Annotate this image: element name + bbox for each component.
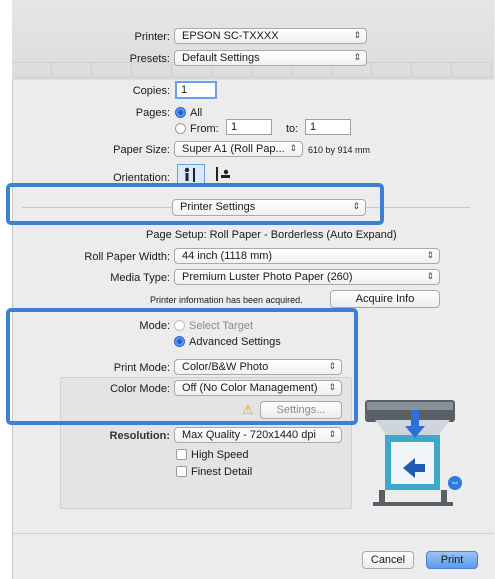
printer-label: Printer: <box>134 31 170 43</box>
pages-to-label: to: <box>286 123 299 135</box>
page-setup-text: Page Setup: Roll Paper - Borderless (Aut… <box>146 229 397 241</box>
mode-settings-highlight <box>6 308 358 425</box>
presets-select[interactable]: Default Settings ⇕ <box>174 50 367 66</box>
pages-label: Pages: <box>135 107 170 119</box>
media-type-select[interactable]: Premium Luster Photo Paper (260) ⇕ <box>174 269 440 285</box>
pages-from-label: From: <box>190 123 219 135</box>
paper-size-label: Paper Size: <box>113 144 170 156</box>
printer-select[interactable]: EPSON SC-TXXXX ⇕ <box>174 28 367 44</box>
printer-value: EPSON SC-TXXXX <box>182 30 279 42</box>
printer-info-text: Printer information has been acquired. <box>150 295 303 305</box>
media-type-value: Premium Luster Photo Paper (260) <box>182 271 353 283</box>
landscape-person-icon <box>216 167 230 181</box>
pages-to-input[interactable]: 1 <box>305 119 351 135</box>
printer-settings-highlight <box>6 183 384 225</box>
pages-all-radio[interactable] <box>175 107 186 118</box>
roll-width-value: 44 inch (1118 mm) <box>182 250 273 262</box>
paper-size-select[interactable]: Super A1 (Roll Pap... ⇕ <box>174 141 303 157</box>
roll-width-select[interactable]: 44 inch (1118 mm) ⇕ <box>174 248 440 264</box>
pages-from-radio[interactable] <box>175 123 186 134</box>
presets-label: Presets: <box>129 53 170 65</box>
updown-arrow-icon: ⇕ <box>328 429 336 439</box>
copies-input[interactable]: 1 <box>175 81 217 99</box>
pages-all-label: All <box>190 107 203 119</box>
media-type-label: Media Type: <box>110 272 170 284</box>
updown-arrow-icon: ⇕ <box>289 143 297 153</box>
cancel-button[interactable]: Cancel <box>362 551 414 569</box>
roll-width-label: Roll Paper Width: <box>84 251 170 263</box>
updown-arrow-icon: ⇕ <box>426 250 434 260</box>
pages-from-input[interactable]: 1 <box>226 119 272 135</box>
finest-detail-checkbox[interactable] <box>176 466 187 477</box>
paper-size-value: Super A1 (Roll Pap... <box>182 143 285 155</box>
resolution-select[interactable]: Max Quality - 720x1440 dpi ⇕ <box>174 427 342 443</box>
resolution-value: Max Quality - 720x1440 dpi <box>182 429 316 441</box>
updown-arrow-icon: ⇕ <box>426 271 434 281</box>
help-icon[interactable]: ⇔ <box>448 476 462 490</box>
large-format-printer-icon <box>365 400 455 506</box>
updown-arrow-icon: ⇕ <box>353 30 361 40</box>
portrait-person-icon <box>184 167 195 182</box>
presets-value: Default Settings <box>182 52 260 64</box>
resolution-label: Resolution: <box>109 430 171 442</box>
high-speed-label: High Speed <box>191 449 249 461</box>
copies-label: Copies: <box>132 85 170 97</box>
finest-detail-label: Finest Detail <box>191 466 253 478</box>
acquire-info-button[interactable]: Acquire Info <box>330 290 440 308</box>
high-speed-checkbox[interactable] <box>176 449 187 460</box>
updown-arrow-icon: ⇕ <box>353 52 361 62</box>
paper-size-dims: 610 by 914 mm <box>308 145 371 155</box>
print-button[interactable]: Print <box>426 551 478 569</box>
footer-separator <box>12 533 494 534</box>
